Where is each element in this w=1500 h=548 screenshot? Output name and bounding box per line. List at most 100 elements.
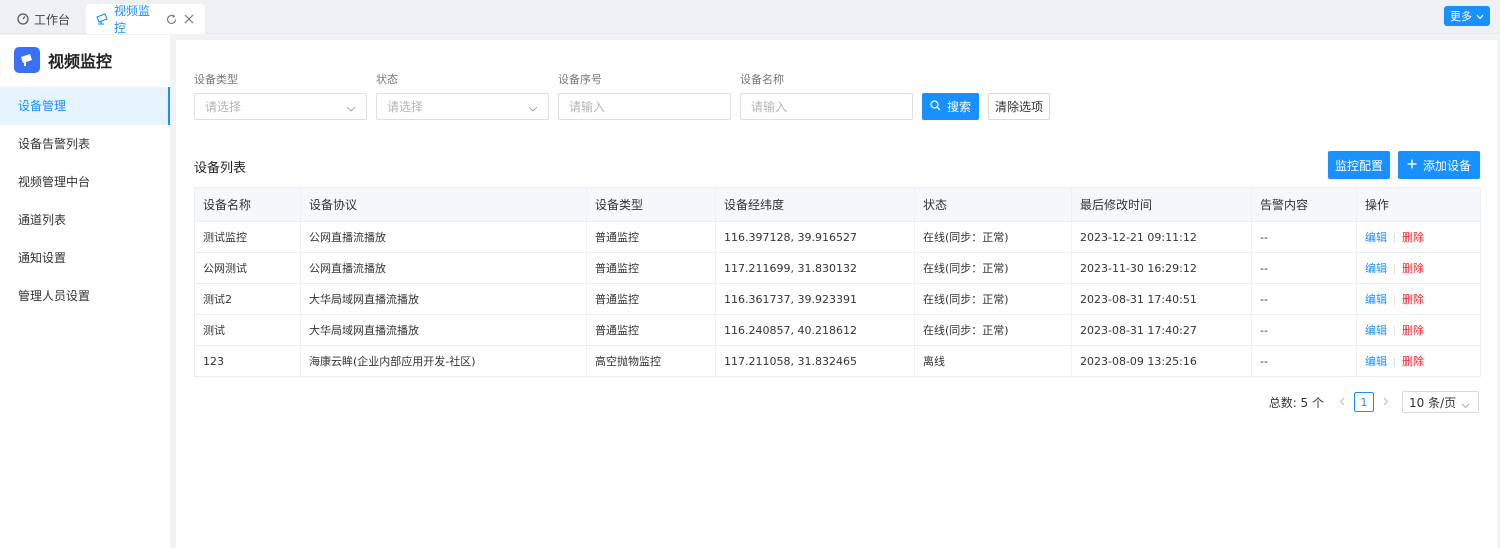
search-icon — [930, 99, 941, 114]
device-table: 设备名称 设备协议 设备类型 设备经纬度 状态 最后修改时间 告警内容 操作 测… — [194, 187, 1481, 377]
modified-time-cell: 2023-08-09 13:25:16 — [1071, 345, 1252, 377]
device-name-placeholder: 请输入 — [751, 100, 788, 114]
tab-bar: 工作台 视频监控 更多 — [0, 0, 1500, 35]
table-row: 测试监控 公网直播流播放 普通监控 116.397128, 39.916527 … — [194, 221, 1481, 253]
divider — [1394, 295, 1395, 305]
device-serial-input[interactable]: 请输入 — [558, 93, 731, 120]
column-header: 设备名称 — [194, 187, 301, 222]
protocol-cell: 公网直播流播放 — [300, 252, 587, 284]
edit-link[interactable]: 编辑 — [1365, 262, 1387, 275]
divider — [1394, 233, 1395, 243]
add-device-button[interactable]: 添加设备 — [1398, 151, 1480, 179]
alarm-content-cell: -- — [1251, 252, 1357, 284]
dashboard-icon — [16, 12, 30, 26]
type-cell: 普通监控 — [586, 221, 716, 253]
video-monitor-logo-icon — [14, 47, 40, 73]
more-label: 更多 — [1450, 10, 1472, 23]
table-header-row: 设备名称 设备协议 设备类型 设备经纬度 状态 最后修改时间 告警内容 操作 — [194, 187, 1481, 222]
status-label: 状态 — [376, 73, 398, 86]
clear-options-button[interactable]: 清除选项 — [988, 93, 1050, 120]
more-button[interactable]: 更多 — [1444, 6, 1490, 26]
refresh-icon[interactable] — [166, 13, 178, 25]
protocol-cell: 大华局域网直播流播放 — [300, 283, 587, 315]
chevron-right-icon[interactable] — [1378, 395, 1394, 409]
tab-workbench-label: 工作台 — [34, 12, 71, 27]
column-header: 操作 — [1356, 187, 1481, 222]
close-icon[interactable] — [184, 13, 196, 25]
device-name-cell: 123 — [194, 345, 301, 377]
coordinates-cell: 116.397128, 39.916527 — [715, 221, 915, 253]
sidebar-menu: 设备管理 设备告警列表 视频管理中台 通道列表 通知设置 管理人员设置 — [0, 87, 170, 315]
device-list-title: 设备列表 — [194, 161, 247, 176]
total-count: 总数: 5 个 — [1268, 395, 1324, 410]
sidebar-item-device-alarm-list[interactable]: 设备告警列表 — [0, 125, 170, 163]
coordinates-cell: 116.240857, 40.218612 — [715, 314, 915, 346]
device-type-select[interactable]: 请选择 — [194, 93, 367, 120]
delete-link[interactable]: 删除 — [1402, 231, 1424, 244]
delete-link[interactable]: 删除 — [1402, 293, 1424, 306]
actions-cell: 编辑 删除 — [1356, 221, 1481, 253]
camera-icon — [96, 12, 110, 26]
table-row: 测试2 大华局域网直播流播放 普通监控 116.361737, 39.92339… — [194, 283, 1481, 315]
sidebar-item-video-management-platform[interactable]: 视频管理中台 — [0, 163, 170, 201]
edit-link[interactable]: 编辑 — [1365, 293, 1387, 306]
sidebar-brand: 视频监控 — [14, 47, 112, 73]
page-size-value: 10 条/页 — [1409, 395, 1457, 410]
chevron-down-icon — [346, 102, 356, 116]
column-header: 设备协议 — [300, 187, 587, 222]
column-header: 设备经纬度 — [715, 187, 915, 222]
divider — [1394, 326, 1395, 336]
table-row: 123 海康云眸(企业内部应用开发-社区) 高空抛物监控 117.211058,… — [194, 345, 1481, 377]
type-cell: 普通监控 — [586, 283, 716, 315]
coordinates-cell: 116.361737, 39.923391 — [715, 283, 915, 315]
sidebar-item-manager-settings[interactable]: 管理人员设置 — [0, 277, 170, 315]
status-cell: 在线(同步：正常) — [914, 283, 1072, 315]
sidebar-item-notification-settings[interactable]: 通知设置 — [0, 239, 170, 277]
tab-workbench[interactable]: 工作台 — [6, 4, 82, 34]
sidebar: 视频监控 设备管理 设备告警列表 视频管理中台 通道列表 通知设置 管理人员设置 — [0, 35, 170, 548]
page-size-select[interactable]: 10 条/页 — [1402, 391, 1479, 413]
chevron-down-icon — [528, 102, 538, 116]
delete-link[interactable]: 删除 — [1402, 355, 1424, 368]
tab-video-monitor-label: 视频监控 — [114, 4, 151, 35]
divider — [1394, 264, 1395, 274]
edit-link[interactable]: 编辑 — [1365, 231, 1387, 244]
delete-link[interactable]: 删除 — [1402, 324, 1424, 337]
edit-link[interactable]: 编辑 — [1365, 355, 1387, 368]
sidebar-item-device-management[interactable]: 设备管理 — [0, 87, 170, 125]
monitor-config-button[interactable]: 监控配置 — [1328, 151, 1390, 179]
status-placeholder: 请选择 — [387, 100, 424, 114]
protocol-cell: 海康云眸(企业内部应用开发-社区) — [300, 345, 587, 377]
modified-time-cell: 2023-08-31 17:40:27 — [1071, 314, 1252, 346]
coordinates-cell: 117.211699, 31.830132 — [715, 252, 915, 284]
protocol-cell: 大华局域网直播流播放 — [300, 314, 587, 346]
device-type-label: 设备类型 — [194, 73, 238, 86]
chevron-left-icon[interactable] — [1334, 395, 1350, 409]
status-select[interactable]: 请选择 — [376, 93, 549, 120]
column-header: 设备类型 — [586, 187, 716, 222]
device-name-cell: 测试 — [194, 314, 301, 346]
type-cell: 普通监控 — [586, 314, 716, 346]
alarm-content-cell: -- — [1251, 221, 1357, 253]
device-name-cell: 测试监控 — [194, 221, 301, 253]
status-cell: 离线 — [914, 345, 1072, 377]
device-name-input[interactable]: 请输入 — [740, 93, 913, 120]
coordinates-cell: 117.211058, 31.832465 — [715, 345, 915, 377]
search-button[interactable]: 搜索 — [922, 93, 979, 120]
sidebar-item-channel-list[interactable]: 通道列表 — [0, 201, 170, 239]
tab-video-monitor[interactable]: 视频监控 — [86, 4, 205, 35]
device-serial-placeholder: 请输入 — [569, 100, 606, 114]
actions-cell: 编辑 删除 — [1356, 283, 1481, 315]
chevron-down-icon — [1476, 10, 1484, 23]
delete-link[interactable]: 删除 — [1402, 262, 1424, 275]
add-device-label: 添加设备 — [1422, 158, 1471, 173]
column-header: 状态 — [914, 187, 1072, 222]
chevron-down-icon — [1461, 398, 1470, 412]
alarm-content-cell: -- — [1251, 283, 1357, 315]
sidebar-title: 视频监控 — [48, 52, 113, 71]
edit-link[interactable]: 编辑 — [1365, 324, 1387, 337]
status-cell: 在线(同步：正常) — [914, 314, 1072, 346]
page-number[interactable]: 1 — [1354, 392, 1374, 412]
main-panel: 设备类型 请选择 状态 请选择 设备序号 请输入 设备名称 请输入 搜索 清除选… — [176, 40, 1497, 548]
modified-time-cell: 2023-12-21 09:11:12 — [1071, 221, 1252, 253]
